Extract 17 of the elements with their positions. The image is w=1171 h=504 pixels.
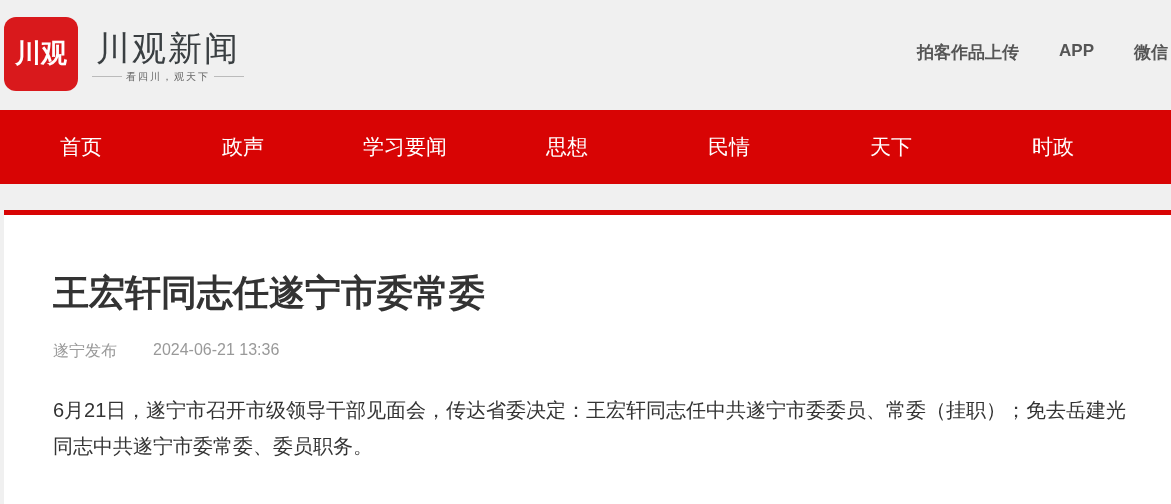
- nav-link[interactable]: 民情: [648, 133, 810, 161]
- article-date: 2024-06-21 13:36: [153, 341, 280, 360]
- nav-link[interactable]: 学习要闻: [324, 133, 486, 161]
- slogan: 看四川，观天下: [126, 69, 210, 84]
- header-link[interactable]: 微信: [1134, 41, 1168, 64]
- nav-link[interactable]: 天下: [810, 133, 972, 161]
- nav-link[interactable]: 政声: [162, 133, 324, 161]
- header-link[interactable]: 拍客作品上传: [917, 41, 1020, 64]
- nav-link[interactable]: 思想: [486, 133, 648, 161]
- header-link[interactable]: APP: [1059, 41, 1094, 64]
- site-name: 川观新闻: [96, 26, 240, 70]
- article-paragraph: 6月21日，遂宁市召开市级领导干部见面会，传达省委决定：王宏轩同志任中共遂宁市委委员、常委（挂职）；免去岳建光同志中共遂宁市委常委、委员职务。: [53, 398, 1128, 459]
- article-title: 王宏轩同志任遂宁市委常委: [53, 271, 486, 315]
- nav-link[interactable]: 首页: [0, 133, 162, 161]
- logo-mark[interactable]: 川观: [4, 16, 78, 91]
- nav-link[interactable]: 时政: [972, 133, 1134, 161]
- article-source: 遂宁发布: [53, 341, 117, 361]
